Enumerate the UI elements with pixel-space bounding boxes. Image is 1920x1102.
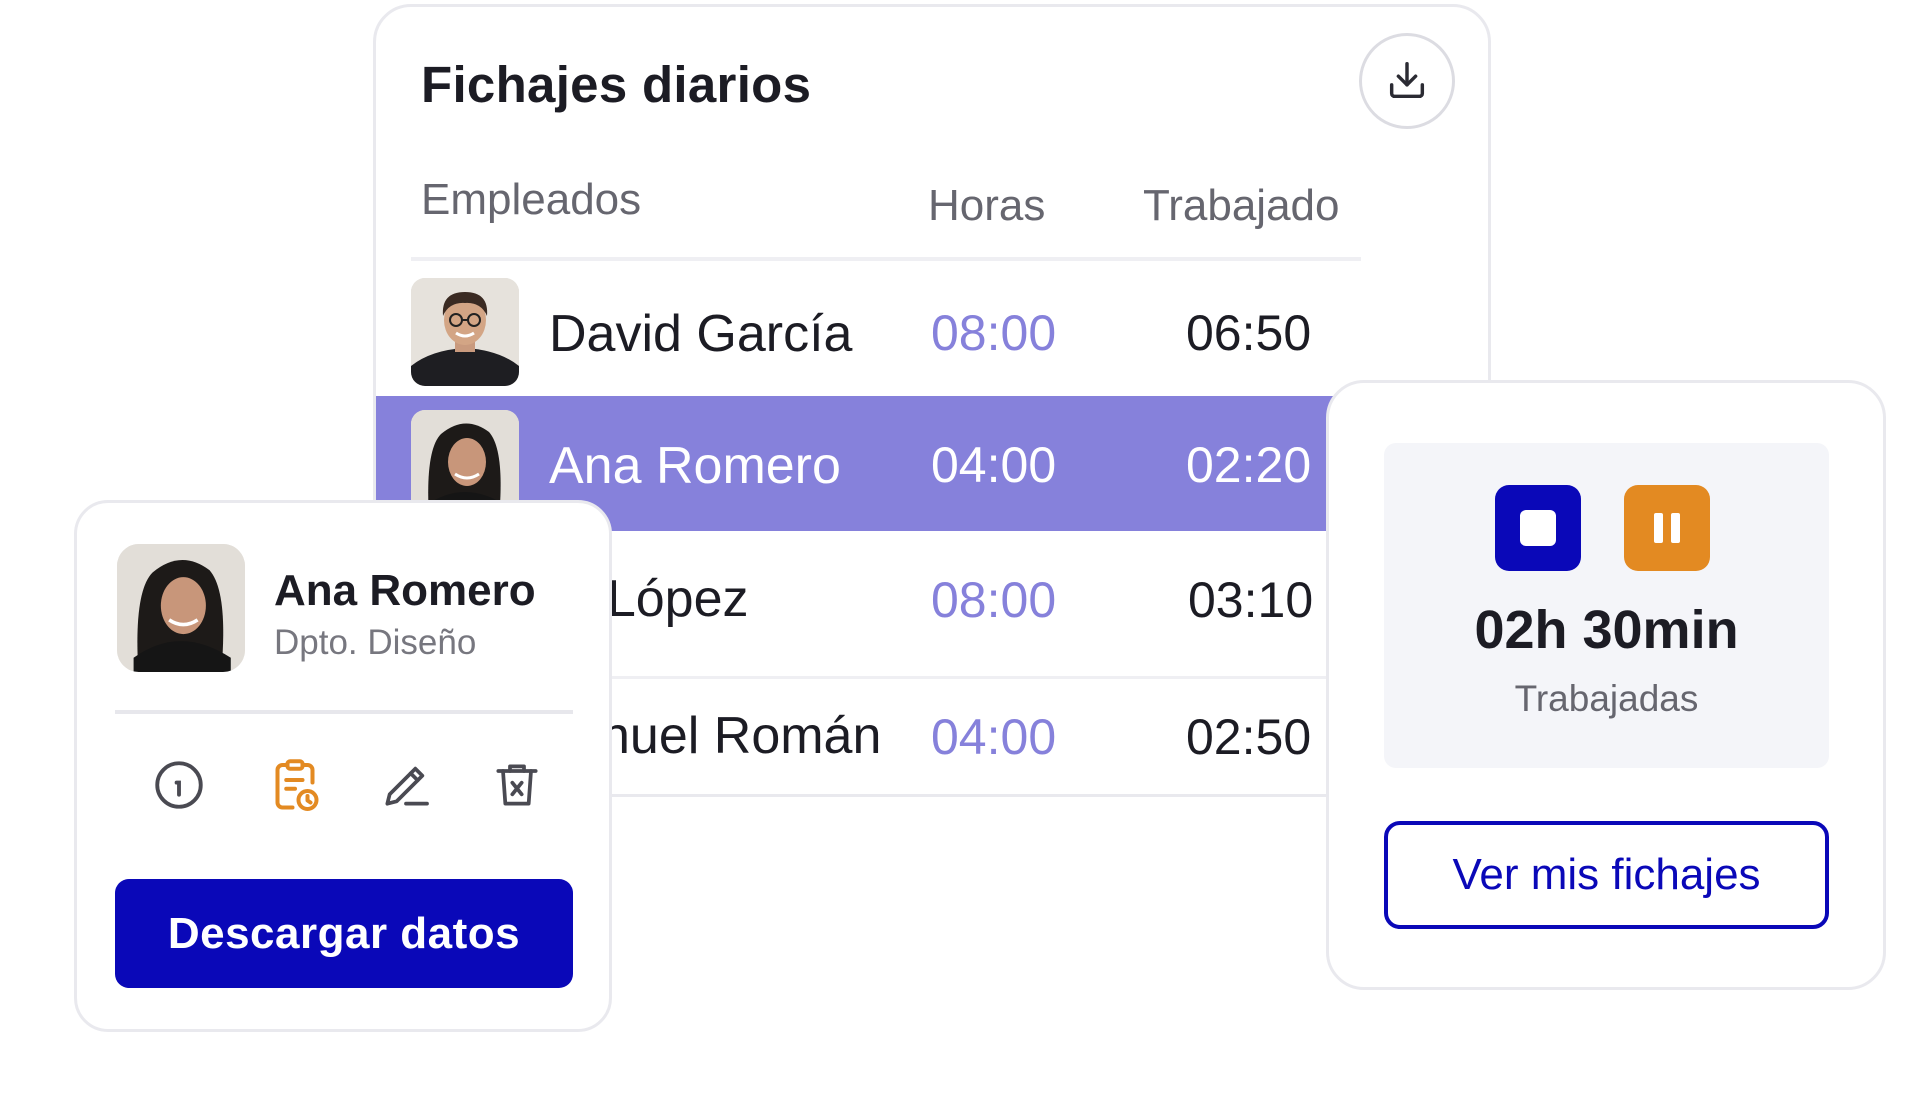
edit-icon [385, 766, 429, 806]
employee-name: David García [549, 305, 853, 363]
download-data-button[interactable]: Descargar datos [115, 879, 573, 988]
pause-icon [1654, 513, 1680, 543]
view-my-records-button[interactable]: Ver mis fichajes [1384, 821, 1829, 929]
avatar [117, 544, 245, 672]
table-row[interactable]: David García 08:00 06:50 [376, 276, 1488, 414]
elapsed-label: Trabajadas [1514, 678, 1699, 719]
schedule-records-button[interactable] [263, 753, 327, 817]
worked-time: 02:20 [1186, 437, 1312, 493]
info-icon [155, 761, 203, 809]
profile-department: Dpto. Diseño [274, 623, 477, 662]
pause-button[interactable] [1624, 485, 1710, 571]
profile-name: Ana Romero [274, 566, 536, 615]
daily-records-title: Fichajes diarios [421, 56, 812, 113]
info-button[interactable] [147, 753, 211, 817]
edit-button[interactable] [374, 753, 438, 817]
employee-name: nuel Román [601, 707, 882, 765]
employee-name: Ana Romero [549, 437, 841, 495]
employee-profile-card: Ana Romero Dpto. Diseño Descargar datos [74, 500, 612, 1032]
worked-time: 03:10 [1188, 572, 1314, 628]
column-header-worked: Trabajado [1143, 181, 1340, 230]
stop-icon [1520, 510, 1556, 546]
scheduled-hours: 08:00 [931, 305, 1057, 361]
scheduled-hours: 04:00 [931, 709, 1057, 765]
clipboard-clock-icon [275, 759, 319, 811]
column-header-hours: Horas [928, 181, 1046, 230]
elapsed-time: 02h 30min [1474, 600, 1739, 660]
download-icon [1389, 62, 1425, 99]
timer-card: 02h 30min Trabajadas Ver mis fichajes [1326, 380, 1886, 990]
profile-divider [115, 710, 573, 714]
avatar [411, 278, 519, 386]
scheduled-hours: 08:00 [931, 572, 1057, 628]
column-header-employees: Empleados [421, 175, 642, 224]
header-divider [411, 257, 1361, 261]
delete-button[interactable] [485, 753, 549, 817]
download-button[interactable] [1359, 33, 1455, 129]
scheduled-hours: 04:00 [931, 437, 1057, 493]
delete-icon [496, 764, 538, 806]
stop-button[interactable] [1495, 485, 1581, 571]
timer-panel: 02h 30min Trabajadas [1384, 443, 1829, 768]
worked-time: 02:50 [1186, 709, 1312, 765]
worked-time: 06:50 [1186, 305, 1312, 361]
